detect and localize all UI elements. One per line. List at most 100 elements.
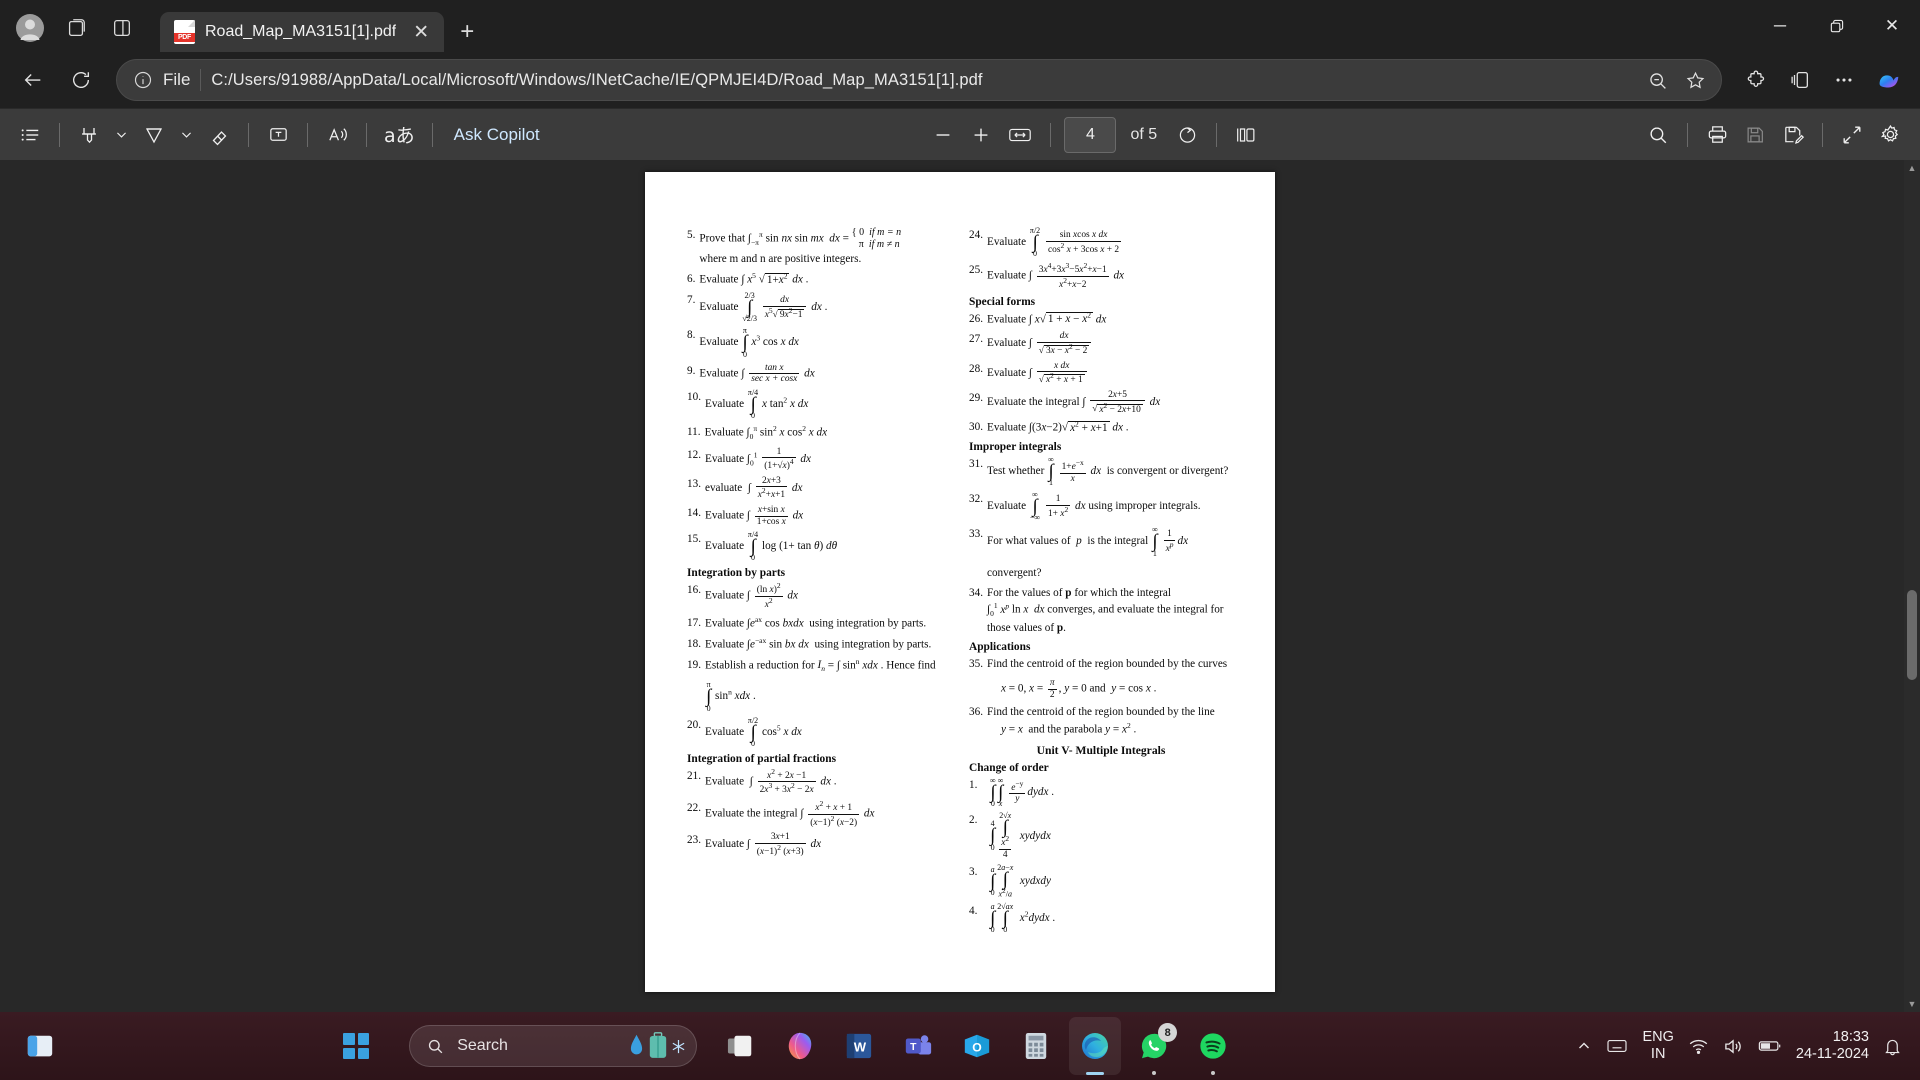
copilot-taskbar-button[interactable] <box>780 1026 820 1066</box>
scroll-up-arrow[interactable]: ▲ <box>1904 160 1920 176</box>
zoom-in-button[interactable] <box>963 117 999 153</box>
close-tab-button[interactable]: ✕ <box>406 17 436 47</box>
table-of-contents-button[interactable] <box>12 117 48 153</box>
question-item: 15. Evaluate π/4 ∫ 0 log (1+ tan θ) dθ <box>687 531 951 562</box>
minimize-button[interactable]: ─ <box>1752 3 1808 49</box>
question-number: 13. <box>687 477 701 490</box>
copilot-pages-icon <box>68 19 85 36</box>
system-tray: ENG IN 18:33 24-11-2024 <box>1576 1029 1920 1064</box>
browser-settings-menu-button[interactable] <box>1824 60 1864 100</box>
toolbar-divider <box>431 122 433 147</box>
start-tile <box>357 1033 370 1045</box>
draw-button[interactable] <box>136 117 172 153</box>
volume-button[interactable] <box>1723 1037 1744 1056</box>
pdf-settings-button[interactable] <box>1872 117 1908 153</box>
question-text: Evaluate ∫ x√ 1 + x − x2 dx <box>986 310 1107 326</box>
question-number: 27. <box>969 333 983 346</box>
document-scrollbar[interactable]: ▲ ▼ <box>1904 160 1920 1012</box>
highlight-button[interactable] <box>71 117 107 153</box>
toolbar-divider <box>1050 122 1052 147</box>
erase-button[interactable] <box>201 117 237 153</box>
edge-taskbar-button[interactable] <box>1069 1017 1122 1075</box>
reload-button[interactable] <box>60 59 102 101</box>
new-tab-button[interactable]: + <box>452 17 482 47</box>
page-view-button[interactable] <box>1228 117 1264 153</box>
avatar-icon <box>16 14 44 42</box>
question-number: 36. <box>969 706 983 719</box>
save-button[interactable] <box>1737 117 1773 153</box>
site-info-icon[interactable] <box>133 70 153 90</box>
rotate-button[interactable] <box>1169 117 1205 153</box>
pdf-page: 5. Prove that ∫−ππ sin nx sin mx dx = { … <box>645 172 1275 992</box>
teams-taskbar-button[interactable]: T <box>898 1026 938 1066</box>
tray-overflow-button[interactable] <box>1576 1038 1592 1054</box>
tab-collections-button[interactable] <box>56 10 96 46</box>
search-document-button[interactable] <box>1640 117 1676 153</box>
suitcase-icon <box>650 1032 667 1058</box>
window-controls: ─ ✕ <box>1752 0 1920 52</box>
address-bar[interactable]: File C:/Users/91988/AppData/Local/Micros… <box>116 59 1722 101</box>
network-button[interactable] <box>1688 1037 1709 1055</box>
start-tile <box>357 1047 370 1059</box>
question-number: 29. <box>969 391 983 404</box>
calculator-taskbar-button[interactable] <box>1016 1026 1056 1066</box>
zoom-indicator-button[interactable] <box>1639 62 1675 98</box>
word-taskbar-button[interactable]: W <box>839 1026 879 1066</box>
print-button[interactable] <box>1699 117 1735 153</box>
highlight-options-button[interactable] <box>109 117 134 153</box>
question-number: 3. <box>969 866 978 879</box>
question-number: 4. <box>969 905 978 918</box>
add-favorite-button[interactable] <box>1677 62 1713 98</box>
question-text: Evaluate ∫ x2 + 2x −1 2x3 + 3x2 − 2x dx . <box>704 766 837 796</box>
fit-to-width-button[interactable] <box>1001 117 1039 153</box>
question-number: 28. <box>969 362 983 375</box>
question-text: a ∫ 0 2a−x ∫ x2/a xydxdy <box>990 863 1051 900</box>
file-explorer-widget[interactable] <box>20 1026 60 1066</box>
back-button[interactable] <box>12 59 54 101</box>
question-item: 17. Evaluate ∫eax cos bxdx using integra… <box>687 615 951 632</box>
tray-input-indicator[interactable] <box>1606 1037 1628 1055</box>
scrollbar-thumb[interactable] <box>1907 590 1917 680</box>
question-number: 1. <box>969 778 978 791</box>
collections-button[interactable] <box>1780 60 1820 100</box>
scroll-down-arrow[interactable]: ▼ <box>1904 996 1920 1012</box>
language-indicator[interactable]: ENG IN <box>1642 1029 1673 1062</box>
outlook-icon: O <box>965 1034 990 1058</box>
start-button[interactable] <box>343 1033 370 1059</box>
toolbar-divider <box>1216 122 1218 147</box>
translate-button[interactable]: aあ <box>378 117 421 153</box>
taskbar-clock[interactable]: 18:33 24-11-2024 <box>1796 1029 1869 1064</box>
ask-copilot-button[interactable]: Ask Copilot <box>444 125 550 145</box>
tab-title: Road_Map_MA3151[1].pdf <box>205 23 397 40</box>
save-as-button[interactable] <box>1775 117 1811 153</box>
add-text-button[interactable] <box>260 117 296 153</box>
maximize-restore-button[interactable] <box>1808 3 1864 49</box>
browser-tab-active[interactable]: Road_Map_MA3151[1].pdf ✕ <box>160 12 445 52</box>
unit-title: Unit V- Multiple Integrals <box>1036 743 1166 757</box>
whatsapp-taskbar-button[interactable]: 8 <box>1134 1023 1178 1066</box>
copilot-button[interactable] <box>1868 60 1908 100</box>
question-text: For the values of p for which the integr… <box>986 586 1224 634</box>
fullscreen-button[interactable] <box>1834 117 1870 153</box>
word-icon: W <box>847 1033 872 1059</box>
outlook-taskbar-button[interactable]: O <box>957 1026 997 1066</box>
profile-avatar-button[interactable] <box>10 10 50 46</box>
close-window-button[interactable]: ✕ <box>1864 3 1920 49</box>
address-divider <box>200 69 202 91</box>
extensions-button[interactable] <box>1736 60 1776 100</box>
taskbar-search-box[interactable]: Search <box>409 1025 698 1067</box>
split-screen-button[interactable] <box>102 10 142 46</box>
draw-options-button[interactable] <box>174 117 199 153</box>
spotify-taskbar-button[interactable] <box>1193 1026 1233 1066</box>
zoom-out-button[interactable] <box>925 117 961 153</box>
toolbar-divider <box>366 122 367 147</box>
arrow-left-icon <box>24 74 41 86</box>
battery-button[interactable] <box>1758 1038 1782 1054</box>
page-number-input[interactable]: 4 <box>1064 116 1117 153</box>
wifi-icon <box>1689 1039 1708 1055</box>
section-heading-change-of-order: Change of order <box>969 761 1049 774</box>
task-view-button[interactable] <box>721 1026 761 1066</box>
pdf-document-area[interactable]: 5. Prove that ∫−ππ sin nx sin mx dx = { … <box>0 160 1920 1012</box>
read-aloud-button[interactable] <box>319 117 355 153</box>
notifications-button[interactable] <box>1883 1037 1902 1056</box>
